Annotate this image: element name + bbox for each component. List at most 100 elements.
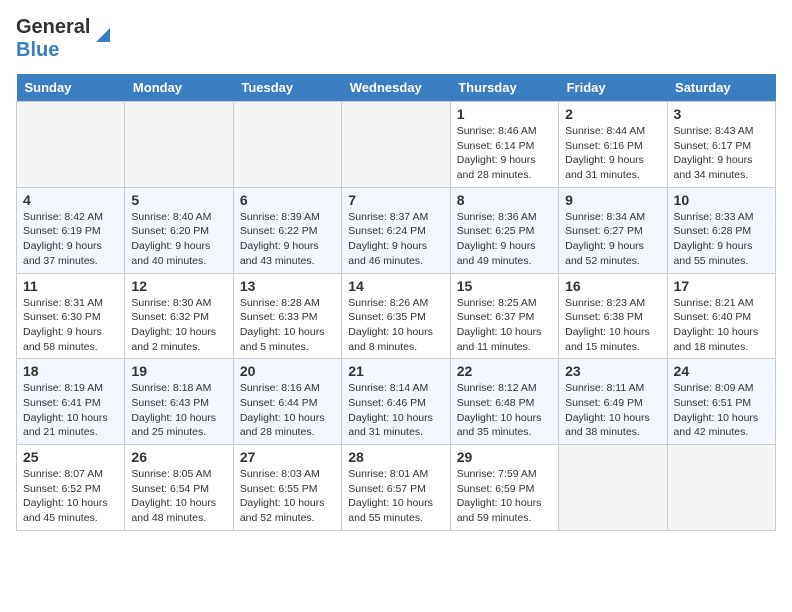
day-number: 28 bbox=[348, 449, 443, 465]
day-info: Sunrise: 8:30 AM Sunset: 6:32 PM Dayligh… bbox=[131, 296, 226, 355]
day-info: Sunrise: 8:16 AM Sunset: 6:44 PM Dayligh… bbox=[240, 381, 335, 440]
day-number: 20 bbox=[240, 363, 335, 379]
day-number: 4 bbox=[23, 192, 118, 208]
calendar-cell: 28Sunrise: 8:01 AM Sunset: 6:57 PM Dayli… bbox=[342, 445, 450, 531]
calendar-cell: 12 Sunrise: 8:30 AM Sunset: 6:32 PM Dayli… bbox=[125, 273, 233, 359]
day-info: Sunrise: 8:34 AM Sunset: 6:27 PM Dayligh… bbox=[565, 210, 660, 269]
calendar-cell: 1 Sunrise: 8:46 AM Sunset: 6:14 PM Daylig… bbox=[450, 102, 558, 188]
calendar-cell: 5 Sunrise: 8:40 AM Sunset: 6:20 PM Daylig… bbox=[125, 187, 233, 273]
calendar-cell: 27 Sunrise: 8:03 AM Sunset: 6:55 PM Dayli… bbox=[233, 445, 341, 531]
day-number: 2 bbox=[565, 106, 660, 122]
day-number: 12 bbox=[131, 278, 226, 294]
calendar-cell bbox=[559, 445, 667, 531]
calendar-cell bbox=[17, 102, 125, 188]
day-number: 8 bbox=[457, 192, 552, 208]
day-number: 6 bbox=[240, 192, 335, 208]
day-info: Sunrise: 8:36 AM Sunset: 6:25 PM Dayligh… bbox=[457, 210, 552, 269]
column-header-friday: Friday bbox=[559, 74, 667, 102]
column-header-tuesday: Tuesday bbox=[233, 74, 341, 102]
calendar-cell: 13 Sunrise: 8:28 AM Sunset: 6:33 PM Dayli… bbox=[233, 273, 341, 359]
day-info: Sunrise: 7:59 AM Sunset: 6:59 PM Dayligh… bbox=[457, 467, 552, 526]
page-header: General Blue bbox=[16, 16, 776, 62]
logo-triangle-icon bbox=[92, 24, 114, 46]
logo-blue: Blue bbox=[16, 39, 59, 61]
day-number: 15 bbox=[457, 278, 552, 294]
day-number: 25 bbox=[23, 449, 118, 465]
calendar-cell: 14 Sunrise: 8:26 AM Sunset: 6:35 PM Dayli… bbox=[342, 273, 450, 359]
calendar-cell: 16 Sunrise: 8:23 AM Sunset: 6:38 PM Dayli… bbox=[559, 273, 667, 359]
calendar-header-row: SundayMondayTuesdayWednesdayThursdayFrid… bbox=[17, 74, 776, 102]
day-number: 5 bbox=[131, 192, 226, 208]
logo-general: General bbox=[16, 16, 90, 38]
day-number: 3 bbox=[674, 106, 769, 122]
day-info: Sunrise: 8:12 AM Sunset: 6:48 PM Dayligh… bbox=[457, 381, 552, 440]
calendar-cell: 2 Sunrise: 8:44 AM Sunset: 6:16 PM Daylig… bbox=[559, 102, 667, 188]
day-number: 18 bbox=[23, 363, 118, 379]
calendar-cell: 24 Sunrise: 8:09 AM Sunset: 6:51 PM Dayli… bbox=[667, 359, 775, 445]
day-info: Sunrise: 8:42 AM Sunset: 6:19 PM Dayligh… bbox=[23, 210, 118, 269]
calendar-table: SundayMondayTuesdayWednesdayThursdayFrid… bbox=[16, 74, 776, 531]
day-info: Sunrise: 8:43 AM Sunset: 6:17 PM Dayligh… bbox=[674, 124, 769, 183]
calendar-cell: 7Sunrise: 8:37 AM Sunset: 6:24 PM Daylig… bbox=[342, 187, 450, 273]
day-info: Sunrise: 8:40 AM Sunset: 6:20 PM Dayligh… bbox=[131, 210, 226, 269]
calendar-cell: 25 Sunrise: 8:07 AM Sunset: 6:52 PM Dayli… bbox=[17, 445, 125, 531]
logo: General Blue bbox=[16, 16, 114, 62]
day-info: Sunrise: 8:23 AM Sunset: 6:38 PM Dayligh… bbox=[565, 296, 660, 355]
logo-container: General Blue bbox=[16, 16, 114, 62]
calendar-cell: 11Sunrise: 8:31 AM Sunset: 6:30 PM Dayli… bbox=[17, 273, 125, 359]
calendar-cell: 3 Sunrise: 8:43 AM Sunset: 6:17 PM Daylig… bbox=[667, 102, 775, 188]
calendar-cell: 22 Sunrise: 8:12 AM Sunset: 6:48 PM Dayli… bbox=[450, 359, 558, 445]
column-header-wednesday: Wednesday bbox=[342, 74, 450, 102]
day-number: 17 bbox=[674, 278, 769, 294]
day-info: Sunrise: 8:09 AM Sunset: 6:51 PM Dayligh… bbox=[674, 381, 769, 440]
calendar-week-row: 18Sunrise: 8:19 AM Sunset: 6:41 PM Dayli… bbox=[17, 359, 776, 445]
day-info: Sunrise: 8:18 AM Sunset: 6:43 PM Dayligh… bbox=[131, 381, 226, 440]
calendar-cell: 4 Sunrise: 8:42 AM Sunset: 6:19 PM Daylig… bbox=[17, 187, 125, 273]
calendar-cell: 17Sunrise: 8:21 AM Sunset: 6:40 PM Dayli… bbox=[667, 273, 775, 359]
day-number: 27 bbox=[240, 449, 335, 465]
calendar-week-row: 25 Sunrise: 8:07 AM Sunset: 6:52 PM Dayli… bbox=[17, 445, 776, 531]
day-info: Sunrise: 8:11 AM Sunset: 6:49 PM Dayligh… bbox=[565, 381, 660, 440]
day-info: Sunrise: 8:31 AM Sunset: 6:30 PM Dayligh… bbox=[23, 296, 118, 355]
calendar-cell: 8 Sunrise: 8:36 AM Sunset: 6:25 PM Daylig… bbox=[450, 187, 558, 273]
day-number: 21 bbox=[348, 363, 443, 379]
calendar-week-row: 11Sunrise: 8:31 AM Sunset: 6:30 PM Dayli… bbox=[17, 273, 776, 359]
day-info: Sunrise: 8:05 AM Sunset: 6:54 PM Dayligh… bbox=[131, 467, 226, 526]
day-number: 7 bbox=[348, 192, 443, 208]
calendar-cell bbox=[125, 102, 233, 188]
calendar-week-row: 4 Sunrise: 8:42 AM Sunset: 6:19 PM Daylig… bbox=[17, 187, 776, 273]
logo-text: General Blue bbox=[16, 16, 90, 62]
day-number: 9 bbox=[565, 192, 660, 208]
day-number: 10 bbox=[674, 192, 769, 208]
calendar-cell: 10Sunrise: 8:33 AM Sunset: 6:28 PM Dayli… bbox=[667, 187, 775, 273]
calendar-cell: 21Sunrise: 8:14 AM Sunset: 6:46 PM Dayli… bbox=[342, 359, 450, 445]
calendar-cell: 29Sunrise: 7:59 AM Sunset: 6:59 PM Dayli… bbox=[450, 445, 558, 531]
day-info: Sunrise: 8:44 AM Sunset: 6:16 PM Dayligh… bbox=[565, 124, 660, 183]
day-number: 16 bbox=[565, 278, 660, 294]
calendar-cell bbox=[233, 102, 341, 188]
calendar-cell bbox=[342, 102, 450, 188]
day-info: Sunrise: 8:28 AM Sunset: 6:33 PM Dayligh… bbox=[240, 296, 335, 355]
calendar-cell: 20 Sunrise: 8:16 AM Sunset: 6:44 PM Dayli… bbox=[233, 359, 341, 445]
day-number: 13 bbox=[240, 278, 335, 294]
calendar-cell: 18Sunrise: 8:19 AM Sunset: 6:41 PM Dayli… bbox=[17, 359, 125, 445]
day-number: 22 bbox=[457, 363, 552, 379]
day-number: 24 bbox=[674, 363, 769, 379]
day-number: 19 bbox=[131, 363, 226, 379]
day-info: Sunrise: 8:46 AM Sunset: 6:14 PM Dayligh… bbox=[457, 124, 552, 183]
calendar-week-row: 1 Sunrise: 8:46 AM Sunset: 6:14 PM Daylig… bbox=[17, 102, 776, 188]
calendar-cell bbox=[667, 445, 775, 531]
calendar-cell: 19 Sunrise: 8:18 AM Sunset: 6:43 PM Dayli… bbox=[125, 359, 233, 445]
day-info: Sunrise: 8:26 AM Sunset: 6:35 PM Dayligh… bbox=[348, 296, 443, 355]
column-header-thursday: Thursday bbox=[450, 74, 558, 102]
day-number: 14 bbox=[348, 278, 443, 294]
day-info: Sunrise: 8:03 AM Sunset: 6:55 PM Dayligh… bbox=[240, 467, 335, 526]
day-number: 26 bbox=[131, 449, 226, 465]
calendar-cell: 15Sunrise: 8:25 AM Sunset: 6:37 PM Dayli… bbox=[450, 273, 558, 359]
column-header-monday: Monday bbox=[125, 74, 233, 102]
calendar-cell: 9 Sunrise: 8:34 AM Sunset: 6:27 PM Daylig… bbox=[559, 187, 667, 273]
column-header-sunday: Sunday bbox=[17, 74, 125, 102]
calendar-cell: 23Sunrise: 8:11 AM Sunset: 6:49 PM Dayli… bbox=[559, 359, 667, 445]
day-info: Sunrise: 8:07 AM Sunset: 6:52 PM Dayligh… bbox=[23, 467, 118, 526]
day-number: 1 bbox=[457, 106, 552, 122]
